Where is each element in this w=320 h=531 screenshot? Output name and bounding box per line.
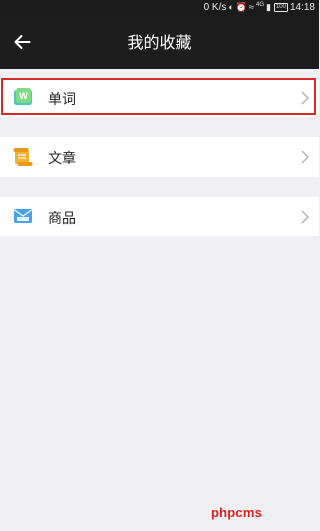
svg-text:W: W [19,91,28,101]
page-title: 我的收藏 [127,33,192,52]
favorite-item-label: 文章 [48,151,76,167]
clock: 14:18 [289,2,315,13]
word-book-icon: W [14,88,32,105]
battery-icon: 100 [273,3,288,12]
goods-envelope-icon [14,209,32,223]
status-bar: 0 K/s ◐ ⏰ ≈ 4G ▮ 100 14:18 [0,0,319,16]
app-bar: 我的收藏 [0,16,319,69]
favorite-item-words[interactable]: W 单词 [0,79,319,117]
status-indicators: 0 K/s ◐ ⏰ ≈ 4G ▮ 100 14:18 [204,2,315,13]
alarm-icon: ⏰ [235,2,248,12]
network-type: 4G [255,2,264,8]
chevron-right-icon [301,150,310,164]
watermark: phpcms [211,505,263,520]
article-scroll-icon [13,148,33,166]
wifi-icon: ≈ [249,2,254,12]
signal-icon: ▮ [266,2,271,12]
chevron-right-icon [301,210,310,224]
chevron-right-icon [301,91,310,105]
favorite-item-label: 单词 [48,92,76,108]
network-speed: 0 K/s [203,2,227,13]
favorite-item-articles[interactable]: 文章 [0,137,319,177]
favorite-item-goods[interactable]: 商品 [0,197,319,236]
favorite-item-label: 商品 [48,211,76,227]
data-saver-icon: ◐ [228,2,234,12]
